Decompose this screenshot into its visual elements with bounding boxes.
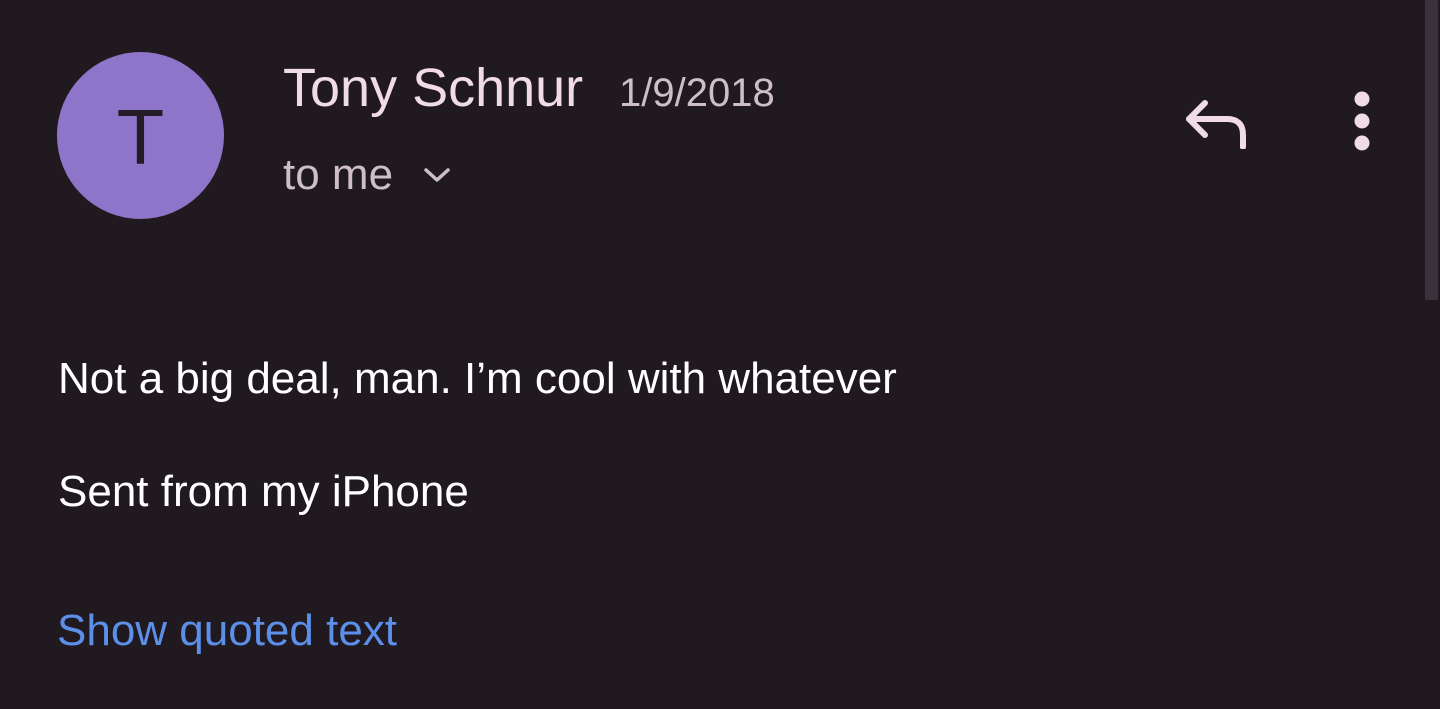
show-quoted-text-link[interactable]: Show quoted text bbox=[57, 605, 397, 657]
avatar-initial: T bbox=[116, 92, 165, 181]
email-message-view: T Tony Schnur 1/9/2018 to me Not a big d… bbox=[0, 0, 1440, 709]
scrollbar-thumb[interactable] bbox=[1425, 0, 1438, 300]
recipient-details-toggle[interactable]: to me bbox=[283, 150, 455, 200]
sender-avatar[interactable]: T bbox=[57, 52, 224, 219]
message-date: 1/9/2018 bbox=[619, 71, 775, 115]
reply-icon bbox=[1183, 95, 1249, 154]
message-body-line: Not a big deal, man. I’m cool with whate… bbox=[58, 354, 897, 403]
chevron-down-icon[interactable] bbox=[419, 157, 455, 193]
reply-button[interactable] bbox=[1178, 92, 1254, 156]
more-options-button[interactable] bbox=[1334, 88, 1390, 158]
sender-name[interactable]: Tony Schnur bbox=[283, 56, 583, 120]
message-signature: Sent from my iPhone bbox=[58, 467, 469, 516]
scrollbar[interactable] bbox=[1424, 0, 1440, 709]
recipient-label: to me bbox=[283, 150, 394, 199]
more-vertical-icon bbox=[1352, 90, 1372, 157]
